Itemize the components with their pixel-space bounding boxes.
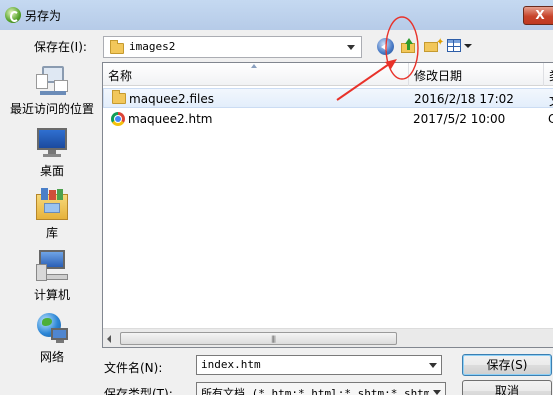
scrollbar-thumb[interactable]: |||	[120, 332, 397, 345]
filename-label: 文件名(N):	[104, 361, 163, 375]
place-network[interactable]: 网络	[6, 312, 98, 365]
back-icon[interactable]	[377, 38, 394, 55]
file-type: 文	[549, 92, 553, 109]
save-in-label: 保存在(I):	[34, 40, 87, 54]
new-folder-icon[interactable]: ✦	[424, 38, 444, 53]
cancel-button[interactable]: 取消	[462, 380, 552, 395]
chrome-icon	[111, 112, 125, 126]
filetype-label: 保存类型(T):	[104, 387, 173, 395]
places-bar: 最近访问的位置 桌面 库 计算机 网络	[6, 64, 98, 364]
file-modified: 2017/5/2 10:00	[413, 112, 506, 126]
column-divider[interactable]	[543, 63, 544, 86]
close-button[interactable]: X	[523, 6, 553, 25]
recent-places-icon	[36, 64, 68, 96]
chevron-down-icon	[433, 390, 441, 395]
save-in-value: images2	[129, 40, 176, 53]
save-as-dialog: 另存为 X 保存在(I): images2 ✦ 最近访问的位置 桌面 库 计算机	[0, 0, 553, 395]
window-title: 另存为	[25, 9, 62, 23]
sort-ascending-icon	[251, 64, 257, 68]
column-header-type[interactable]: 类	[549, 67, 553, 84]
title-bar: 另存为 X	[0, 0, 553, 30]
column-header-modified[interactable]: 修改日期	[414, 67, 462, 84]
computer-icon	[36, 250, 68, 282]
filename-field[interactable]: index.htm	[196, 355, 442, 375]
place-label: 桌面	[39, 164, 64, 178]
list-header: 名称 修改日期 类	[103, 63, 553, 86]
place-desktop[interactable]: 桌面	[6, 126, 98, 179]
chevron-down-icon[interactable]	[429, 363, 437, 368]
horizontal-scrollbar[interactable]: |||	[103, 328, 553, 347]
table-row[interactable]: maquee2.htm 2017/5/2 10:00 C	[103, 109, 553, 129]
place-label: 最近访问的位置	[9, 102, 94, 116]
scroll-left-icon[interactable]	[107, 335, 111, 343]
desktop-icon	[36, 126, 68, 158]
place-computer[interactable]: 计算机	[6, 250, 98, 303]
folder-icon	[110, 40, 124, 54]
filename-value: index.htm	[201, 358, 261, 371]
place-label: 计算机	[33, 288, 70, 302]
libraries-icon	[36, 188, 68, 220]
up-one-level-icon[interactable]	[401, 38, 415, 53]
folder-icon	[112, 90, 126, 104]
views-menu-icon[interactable]	[447, 38, 473, 54]
save-button[interactable]: 保存(S)	[462, 354, 552, 376]
filetype-dropdown[interactable]: 所有文档 (*.htm;*.html;*.shtm;*.shtml	[196, 382, 446, 395]
grip-icon: |||	[271, 335, 276, 343]
save-in-dropdown[interactable]: images2	[103, 36, 362, 58]
app-logo-icon	[5, 7, 21, 23]
place-libraries[interactable]: 库	[6, 188, 98, 241]
network-icon	[36, 312, 68, 344]
place-label: 网络	[39, 350, 64, 364]
filetype-value: 所有文档 (*.htm;*.html;*.shtm;*.shtml	[201, 387, 429, 395]
chevron-down-icon	[347, 45, 355, 50]
table-row[interactable]: maquee2.files 2016/2/18 17:02 文	[103, 88, 553, 108]
place-label: 库	[45, 226, 58, 240]
file-name: maquee2.files	[129, 92, 215, 106]
column-divider[interactable]	[408, 63, 409, 86]
file-list[interactable]: 名称 修改日期 类 maquee2.files 2016/2/18 17:02 …	[102, 62, 553, 348]
file-name: maquee2.htm	[128, 112, 213, 126]
column-header-name[interactable]: 名称	[108, 67, 132, 84]
file-type: C	[548, 112, 553, 126]
place-recent[interactable]: 最近访问的位置	[6, 64, 98, 117]
file-modified: 2016/2/18 17:02	[414, 92, 514, 106]
